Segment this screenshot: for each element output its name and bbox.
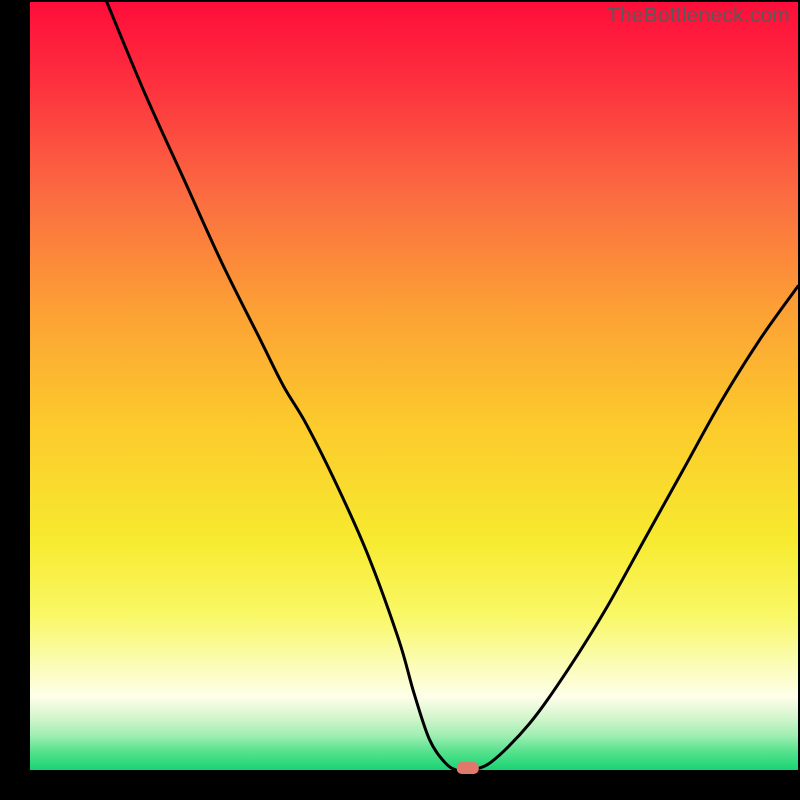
attribution-text: TheBottleneck.com [607,4,790,28]
plot-background [30,2,798,770]
chart-frame: TheBottleneck.com [0,0,800,800]
bottleneck-chart [0,0,800,800]
optimal-point-marker [457,762,479,774]
